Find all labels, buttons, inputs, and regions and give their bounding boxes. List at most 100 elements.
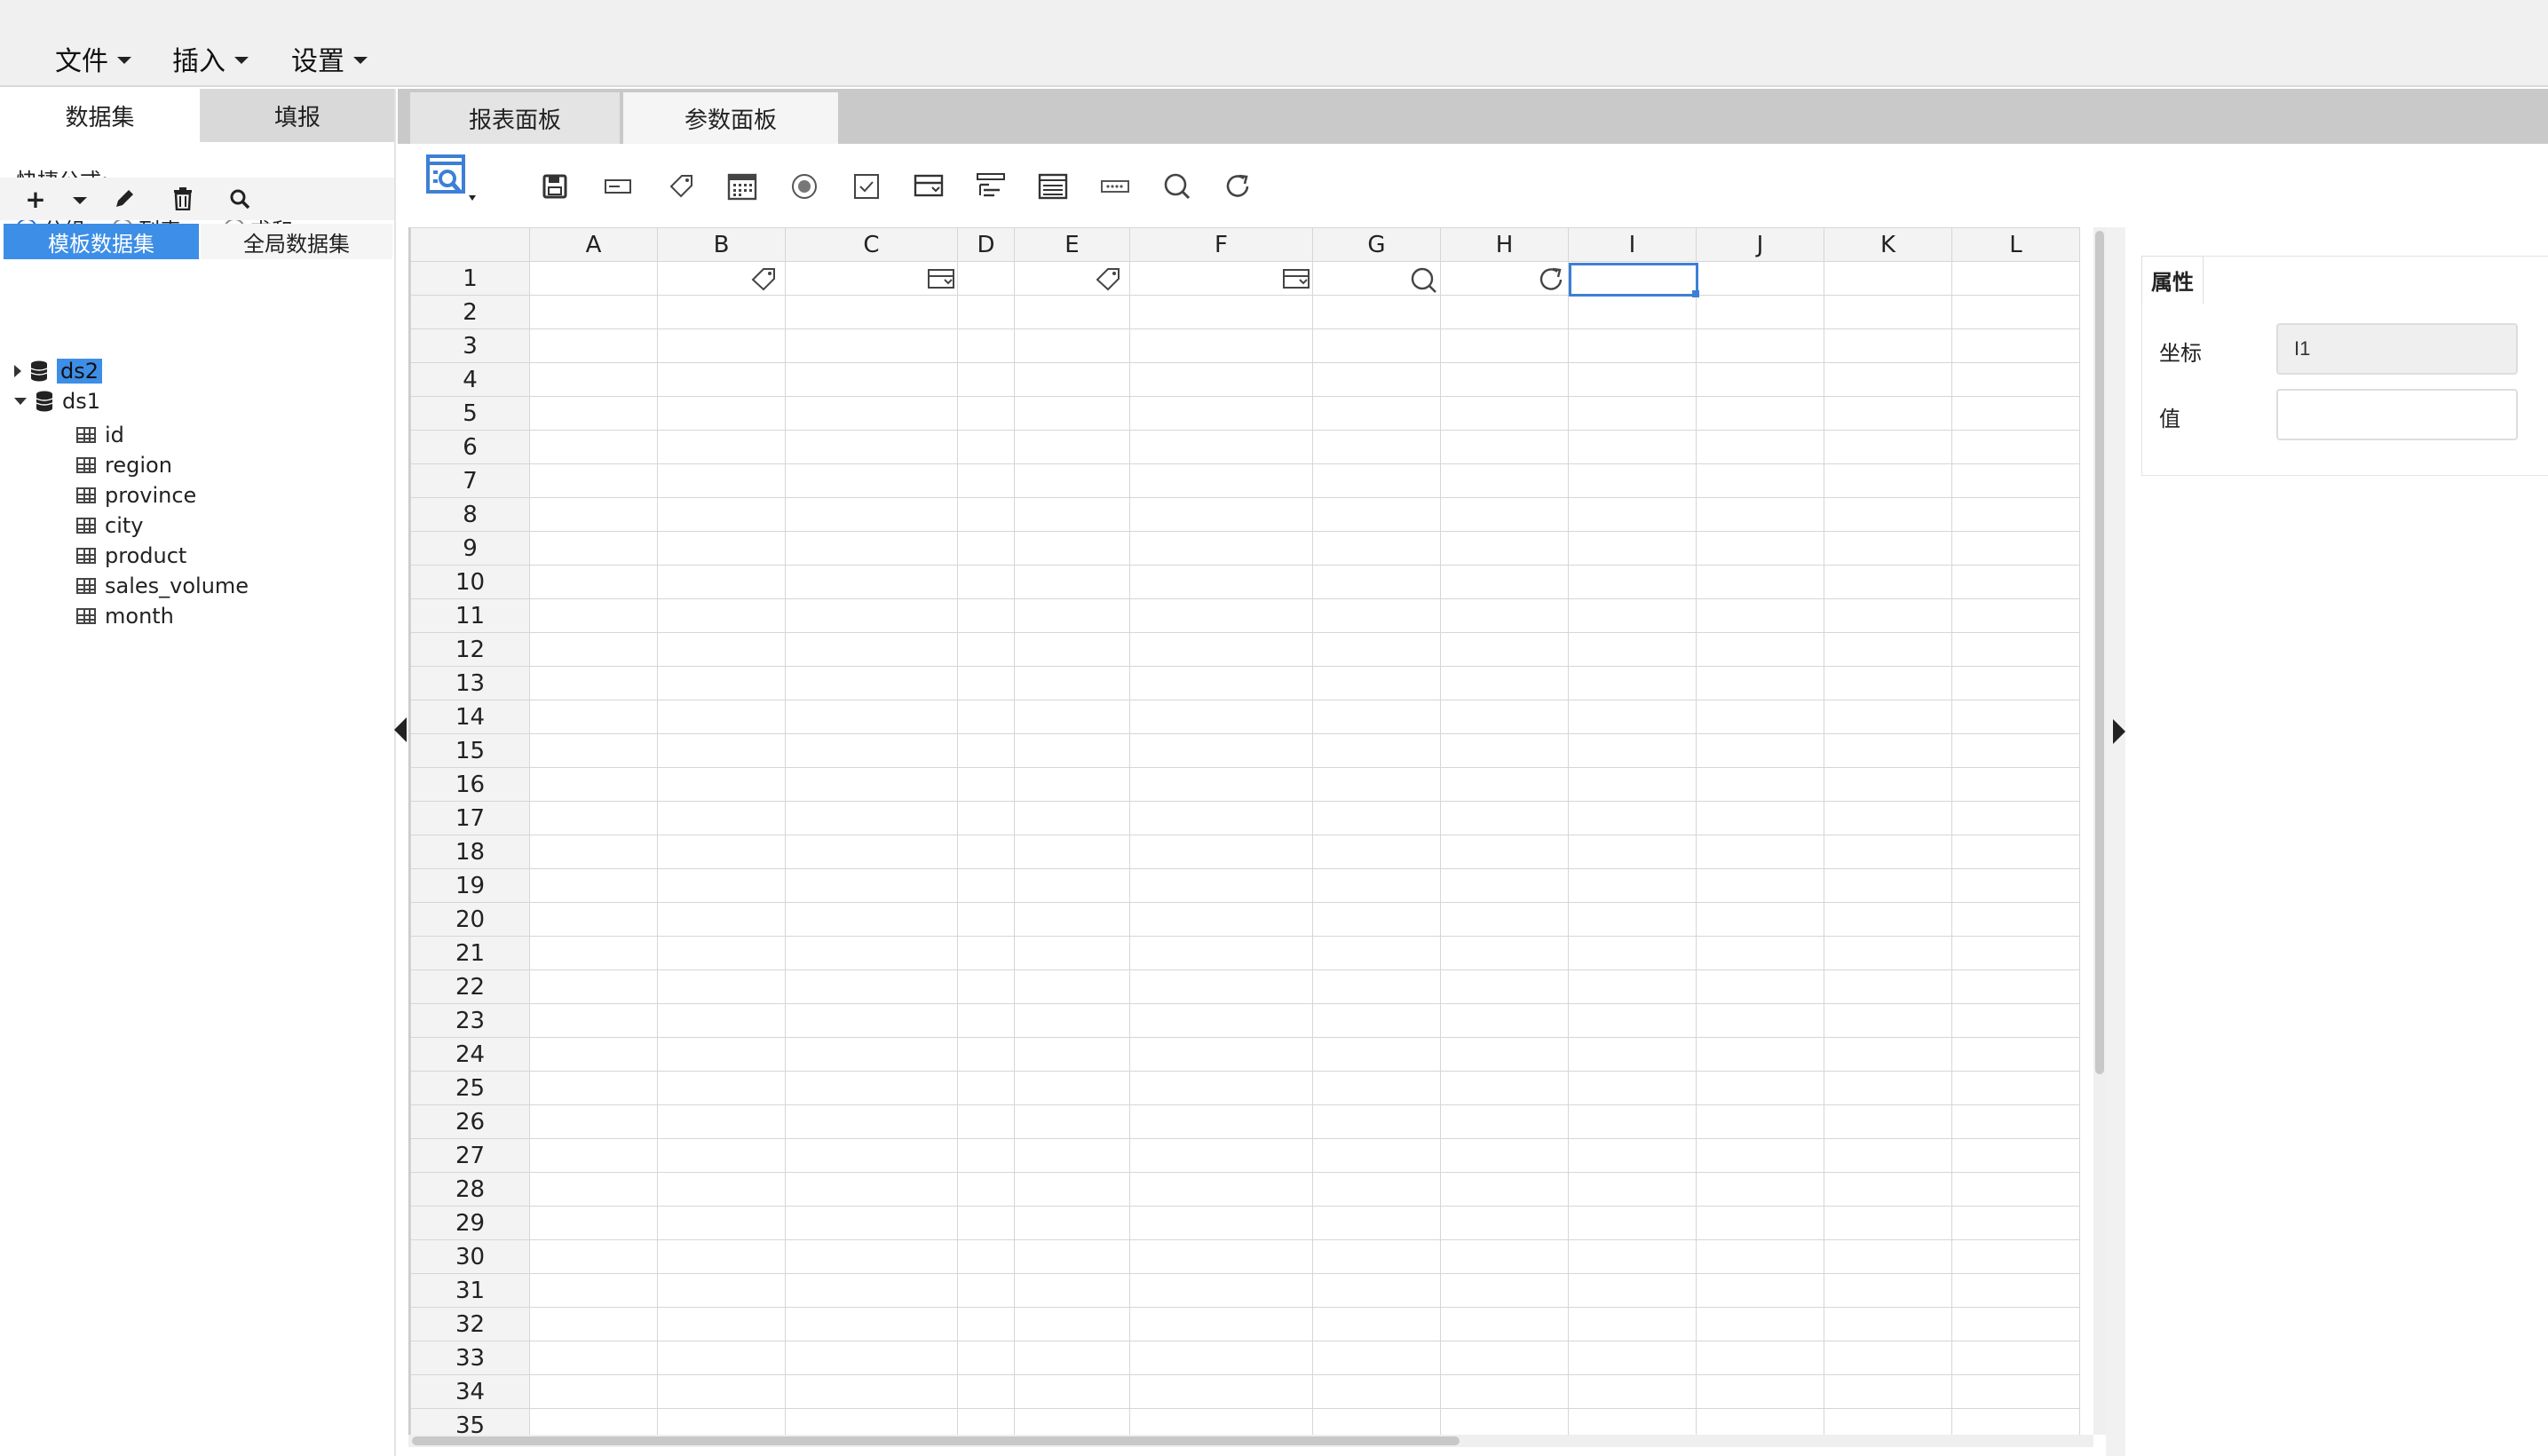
cell[interactable]: [957, 868, 1015, 903]
cell[interactable]: [1440, 868, 1569, 903]
row-header[interactable]: 32: [410, 1307, 530, 1341]
cell[interactable]: [1129, 902, 1313, 937]
cell[interactable]: [1014, 835, 1130, 869]
cell[interactable]: [1014, 733, 1130, 768]
cell[interactable]: [1014, 531, 1130, 566]
cell[interactable]: [1696, 565, 1824, 599]
cell[interactable]: [1440, 936, 1569, 970]
horizontal-scrollbar-thumb[interactable]: [412, 1436, 1460, 1445]
cell[interactable]: [1568, 463, 1697, 498]
cell[interactable]: [1568, 1374, 1697, 1409]
cell[interactable]: [1014, 1003, 1130, 1038]
cell[interactable]: [1824, 463, 1952, 498]
cell[interactable]: [1696, 396, 1824, 431]
cell[interactable]: [1568, 767, 1697, 802]
cell[interactable]: [1568, 565, 1697, 599]
cell[interactable]: [1440, 328, 1569, 363]
row-header[interactable]: 7: [410, 463, 530, 498]
cell[interactable]: [1951, 666, 2080, 700]
cell[interactable]: [657, 1341, 786, 1375]
corner-cell[interactable]: [410, 227, 530, 262]
cell[interactable]: [1129, 463, 1313, 498]
cell[interactable]: [1568, 1003, 1697, 1038]
cell[interactable]: [785, 969, 958, 1004]
cell[interactable]: [1312, 666, 1441, 700]
cell[interactable]: [1014, 295, 1130, 329]
tab-report-panel[interactable]: 报表面板: [410, 92, 620, 144]
cell[interactable]: [957, 835, 1015, 869]
value-field[interactable]: [2276, 389, 2518, 440]
cell[interactable]: [1312, 1138, 1441, 1173]
cell[interactable]: [1312, 598, 1441, 633]
cell[interactable]: [785, 1206, 958, 1240]
spreadsheet-grid[interactable]: ABCDEFGHIJKL 1 2 3 4 5 6 7 8 9 10 11 12 13 14 15 16 17 18…: [408, 227, 2093, 1436]
cell[interactable]: [1312, 295, 1441, 329]
cell[interactable]: [657, 767, 786, 802]
cell[interactable]: [1312, 1172, 1441, 1207]
menu-file[interactable]: 文件: [55, 39, 131, 78]
cell[interactable]: [1129, 801, 1313, 835]
cell[interactable]: [1312, 430, 1441, 464]
cell[interactable]: [1568, 700, 1697, 734]
row-header[interactable]: 14: [410, 700, 530, 734]
cell[interactable]: [1129, 295, 1313, 329]
cell[interactable]: [957, 1138, 1015, 1173]
cell[interactable]: [1129, 362, 1313, 397]
cell[interactable]: [785, 1307, 958, 1341]
cell[interactable]: [1696, 801, 1824, 835]
cell[interactable]: [957, 1037, 1015, 1072]
cell[interactable]: [529, 362, 658, 397]
cell[interactable]: [1312, 1408, 1441, 1436]
cell[interactable]: [1696, 1071, 1824, 1105]
cell[interactable]: [1014, 1172, 1130, 1207]
cell[interactable]: [1440, 969, 1569, 1004]
cell[interactable]: [1824, 531, 1952, 566]
cell[interactable]: [1568, 396, 1697, 431]
cell[interactable]: [1312, 328, 1441, 363]
cell[interactable]: [1312, 1374, 1441, 1409]
cell[interactable]: [1014, 868, 1130, 903]
cell[interactable]: [529, 531, 658, 566]
cell[interactable]: [785, 396, 958, 431]
cell[interactable]: [1129, 497, 1313, 532]
cell[interactable]: [785, 733, 958, 768]
right-splitter[interactable]: [2106, 227, 2125, 1456]
cell[interactable]: [1568, 868, 1697, 903]
cell[interactable]: [1129, 1307, 1313, 1341]
cell[interactable]: [1568, 328, 1697, 363]
cell[interactable]: [1440, 1408, 1569, 1436]
cell[interactable]: [785, 430, 958, 464]
vertical-scrollbar-thumb[interactable]: [2095, 231, 2104, 1074]
cell[interactable]: [1440, 700, 1569, 734]
cell[interactable]: [1696, 430, 1824, 464]
cell[interactable]: [1568, 362, 1697, 397]
cell[interactable]: [1696, 835, 1824, 869]
cell[interactable]: [785, 362, 958, 397]
cell[interactable]: [657, 362, 786, 397]
cell[interactable]: [1440, 362, 1569, 397]
cell[interactable]: [1568, 733, 1697, 768]
row-header[interactable]: 26: [410, 1104, 530, 1139]
cell[interactable]: [1824, 1273, 1952, 1308]
cell[interactable]: [657, 1273, 786, 1308]
cell[interactable]: [1951, 531, 2080, 566]
cell[interactable]: [657, 632, 786, 667]
edit-icon[interactable]: [110, 185, 138, 213]
cell[interactable]: [1440, 565, 1569, 599]
cell[interactable]: [1824, 1341, 1952, 1375]
cell[interactable]: [1951, 1003, 2080, 1038]
cell[interactable]: [657, 666, 786, 700]
tab-fill[interactable]: 填报: [201, 89, 394, 142]
cell[interactable]: [1312, 362, 1441, 397]
cell[interactable]: [1568, 1104, 1697, 1139]
cell[interactable]: [1312, 902, 1441, 937]
column-header-k[interactable]: K: [1824, 227, 1952, 262]
cell[interactable]: [1440, 1374, 1569, 1409]
cell[interactable]: [1014, 430, 1130, 464]
cell[interactable]: [1951, 1138, 2080, 1173]
cell[interactable]: [529, 969, 658, 1004]
cell[interactable]: [1440, 1071, 1569, 1105]
cell[interactable]: [1568, 902, 1697, 937]
row-header[interactable]: 13: [410, 666, 530, 700]
cell[interactable]: [957, 1341, 1015, 1375]
